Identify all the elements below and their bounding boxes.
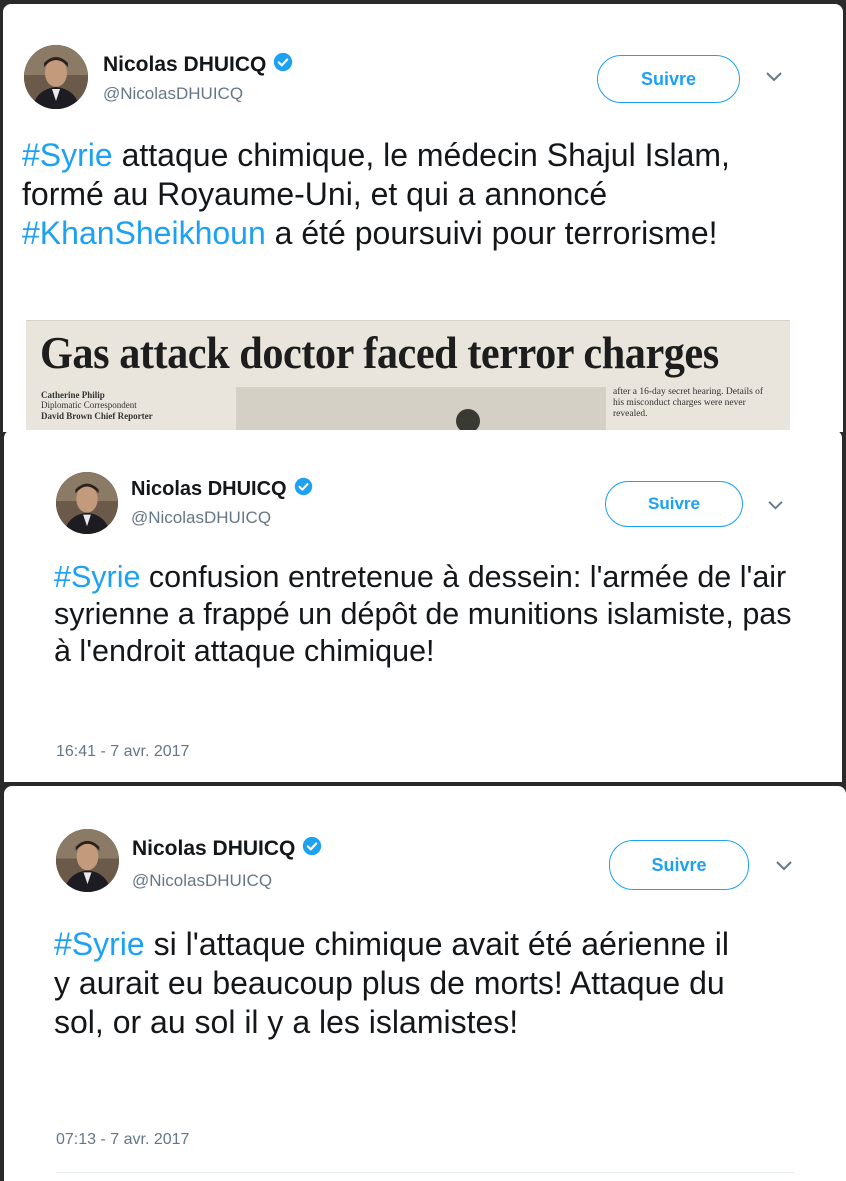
hashtag-link[interactable]: #Syrie <box>54 560 140 594</box>
tweet-text-segment: attaque chimique, le médecin Shajul Isla… <box>22 137 730 213</box>
divider <box>56 1172 794 1173</box>
verified-badge-icon <box>273 52 293 78</box>
tweet-text: #Syrie confusion entretenue à dessein: l… <box>54 559 814 671</box>
newspaper-byline: Catherine Philip Diplomatic Corresponden… <box>41 390 153 421</box>
user-handle[interactable]: @NicolasDHUICQ <box>131 508 271 528</box>
avatar[interactable] <box>56 829 119 892</box>
newspaper-column: after a 16-day secret hearing. Details o… <box>613 387 764 419</box>
avatar-photo <box>56 472 118 534</box>
display-name[interactable]: Nicolas DHUICQ <box>131 477 313 502</box>
chevron-down-icon[interactable] <box>775 859 793 877</box>
tweet-text: #Syrie attaque chimique, le médecin Shaj… <box>22 136 797 253</box>
tweet-text-segment: si l'attaque chimique avait été aérienne… <box>54 926 729 1041</box>
tweet-media-image[interactable]: Gas attack doctor faced terror charges C… <box>26 320 790 432</box>
tweet-text: #Syrie si l'attaque chimique avait été a… <box>54 925 744 1042</box>
display-name[interactable]: Nicolas DHUICQ <box>103 52 293 78</box>
avatar[interactable] <box>56 472 118 534</box>
hashtag-link[interactable]: #Syrie <box>22 137 113 173</box>
hashtag-link[interactable]: #KhanSheikhoun <box>22 215 266 251</box>
user-handle[interactable]: @NicolasDHUICQ <box>103 84 243 104</box>
avatar-photo <box>24 45 88 109</box>
hashtag-link[interactable]: #Syrie <box>54 926 145 962</box>
user-handle[interactable]: @NicolasDHUICQ <box>132 871 272 891</box>
avatar-photo <box>56 829 119 892</box>
avatar[interactable] <box>24 45 88 109</box>
display-name[interactable]: Nicolas DHUICQ <box>132 836 322 862</box>
follow-button[interactable]: Suivre <box>605 481 743 527</box>
tweet-card-1: Nicolas DHUICQ @NicolasDHUICQ Suivre #Sy… <box>3 4 843 432</box>
tweet-text-segment: a été poursuivi pour terrorisme! <box>265 215 718 252</box>
tweet-text-segment: confusion entretenue à dessein: l'armée … <box>54 560 792 669</box>
chevron-down-icon[interactable] <box>767 498 784 516</box>
timestamp[interactable]: 07:13 - 7 avr. 2017 <box>56 1131 189 1149</box>
newspaper-headline: Gas attack doctor faced terror charges <box>40 328 719 378</box>
timestamp[interactable]: 16:41 - 7 avr. 2017 <box>56 743 189 761</box>
tweet-card-3: Nicolas DHUICQ @NicolasDHUICQ Suivre #Sy… <box>4 786 846 1181</box>
newspaper-photo <box>236 387 606 432</box>
follow-button[interactable]: Suivre <box>597 55 740 103</box>
verified-badge-icon <box>294 477 313 502</box>
verified-badge-icon <box>302 836 322 862</box>
chevron-down-icon[interactable] <box>765 70 783 88</box>
tweet-card-2: Nicolas DHUICQ @NicolasDHUICQ Suivre #Sy… <box>4 430 842 782</box>
follow-button[interactable]: Suivre <box>609 840 749 890</box>
